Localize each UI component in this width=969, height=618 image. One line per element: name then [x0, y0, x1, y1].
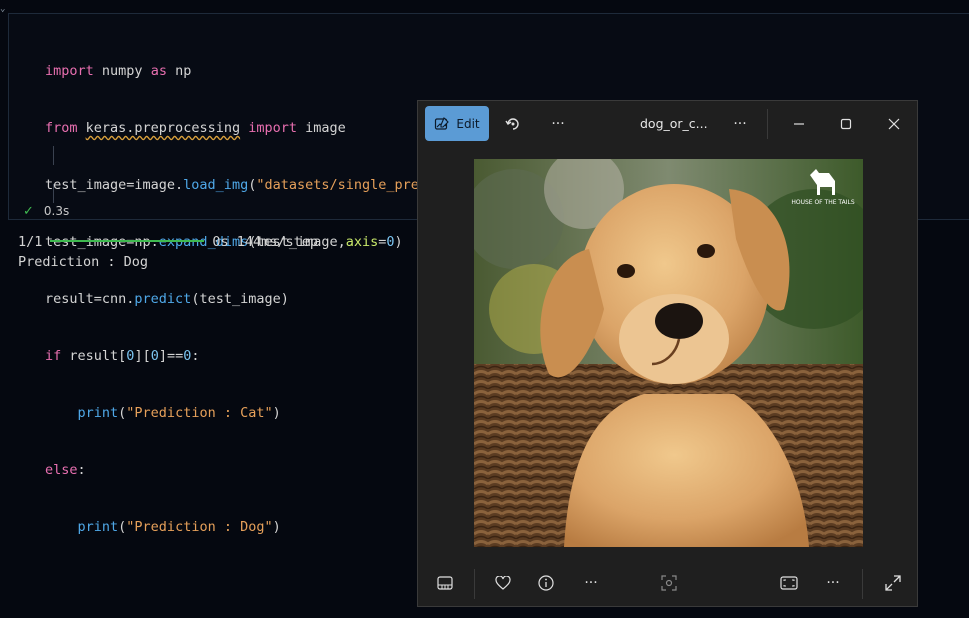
progress-bar	[50, 239, 205, 242]
edit-button[interactable]: Edit	[425, 106, 489, 141]
visual-search-icon[interactable]	[658, 572, 680, 594]
cell-output: 1/1 0s 144ms/step Prediction : Dog	[18, 232, 318, 272]
prediction-output: Prediction : Dog	[18, 254, 149, 270]
expand-icon[interactable]	[882, 572, 904, 594]
progress-timing: 0s 144ms/step	[212, 234, 319, 250]
collapse-chevron-icon[interactable]: ⌄	[0, 4, 5, 14]
toolbar-separator	[474, 569, 475, 599]
rotate-icon	[505, 118, 519, 130]
fit-to-window-icon[interactable]	[778, 572, 800, 594]
cell-status: ✓ 0.3s	[23, 204, 69, 219]
photo-viewer-image[interactable]: HOUSE OF THE TAILS	[474, 159, 863, 547]
heart-icon[interactable]	[492, 572, 514, 594]
photos-titlebar: Edit ··· dog_or_c... ···	[418, 101, 917, 147]
dog-photo	[474, 159, 863, 547]
minimize-icon[interactable]	[788, 113, 810, 135]
photos-window[interactable]: Edit ··· dog_or_c... ··· HOUSE OF THE TA…	[417, 100, 918, 607]
titlebar-separator	[767, 109, 768, 139]
photo-watermark-text: HOUSE OF THE TAILS	[791, 199, 855, 206]
exec-time: 0.3s	[43, 204, 70, 218]
file-name: dog_or_c...	[640, 116, 708, 131]
maximize-icon[interactable]	[835, 113, 857, 135]
edit-label: Edit	[456, 116, 480, 131]
title-more-icon[interactable]: ···	[728, 113, 752, 135]
more-icon[interactable]: ···	[546, 113, 570, 135]
code-line-1: import numpy as np	[45, 63, 192, 79]
filmstrip-icon[interactable]	[434, 572, 456, 594]
rotate-button[interactable]	[502, 113, 524, 135]
more-icon[interactable]: ···	[579, 572, 603, 594]
edit-photo-icon	[435, 116, 450, 130]
info-icon[interactable]	[535, 572, 557, 594]
photos-bottom-toolbar: ··· ···	[418, 559, 917, 607]
progress-label: 1/1	[18, 234, 43, 250]
bottom-more-icon[interactable]: ···	[821, 572, 845, 594]
success-check-icon: ✓	[23, 204, 34, 219]
close-icon[interactable]	[883, 113, 905, 135]
toolbar-separator	[862, 569, 863, 599]
